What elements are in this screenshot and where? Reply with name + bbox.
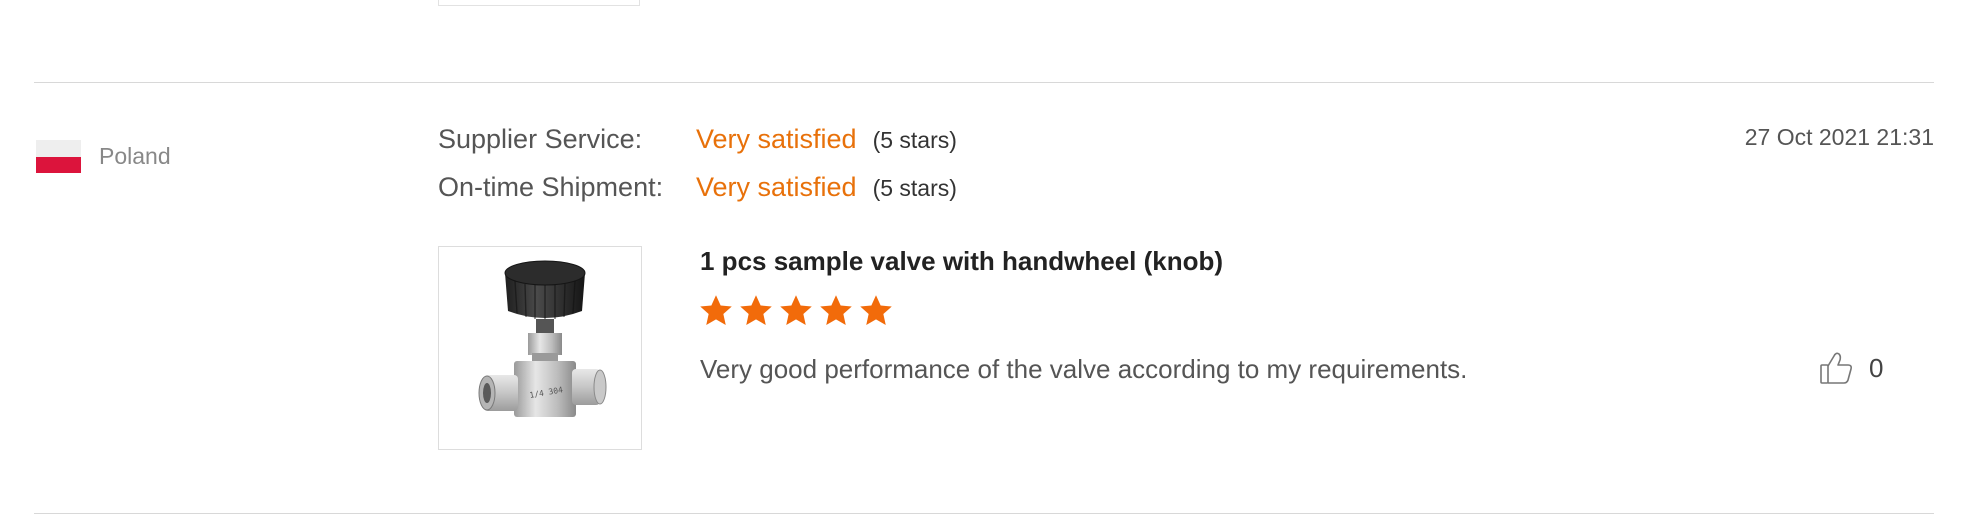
review-divider-bottom [34, 513, 1934, 514]
review-date: 27 Oct 2021 21:31 [1744, 124, 1934, 150]
supplier-ratings: Supplier Service: Very satisfied (5 star… [438, 124, 957, 220]
rating-row-on-time-shipment: On-time Shipment: Very satisfied (5 star… [438, 172, 957, 220]
poland-flag-icon [36, 140, 81, 173]
star-icon [820, 295, 852, 325]
country-name: Poland [99, 143, 171, 169]
like-count: 0 [1869, 352, 1884, 383]
star-icon [860, 295, 892, 325]
rating-stars-note: (5 stars) [872, 175, 957, 201]
previous-review-thumbnail [438, 0, 640, 6]
product-title[interactable]: 1 pcs sample valve with handwheel (knob) [700, 246, 1223, 277]
rating-row-supplier-service: Supplier Service: Very satisfied (5 star… [438, 124, 957, 172]
star-rating [698, 293, 894, 329]
needle-valve-image: 1/4 304 [478, 260, 607, 417]
rating-value: Very satisfied [696, 124, 857, 154]
reviewer-country: Poland [36, 140, 171, 173]
rating-label: On-time Shipment: [438, 172, 664, 202]
star-icon [780, 295, 812, 325]
review-text: Very good performance of the valve accor… [700, 354, 1468, 384]
review-divider-top [34, 82, 1934, 83]
product-thumbnail[interactable]: 1/4 304 [438, 246, 642, 450]
review-page: Poland Supplier Service: Very satisfied … [0, 0, 1968, 517]
rating-stars-note: (5 stars) [872, 127, 957, 153]
thumbs-up-icon [1820, 352, 1852, 384]
star-icon [700, 295, 732, 325]
rating-value: Very satisfied [696, 172, 857, 202]
star-icon [740, 295, 772, 325]
rating-label: Supplier Service: [438, 124, 643, 154]
like-button[interactable]: 0 [1818, 350, 1883, 386]
